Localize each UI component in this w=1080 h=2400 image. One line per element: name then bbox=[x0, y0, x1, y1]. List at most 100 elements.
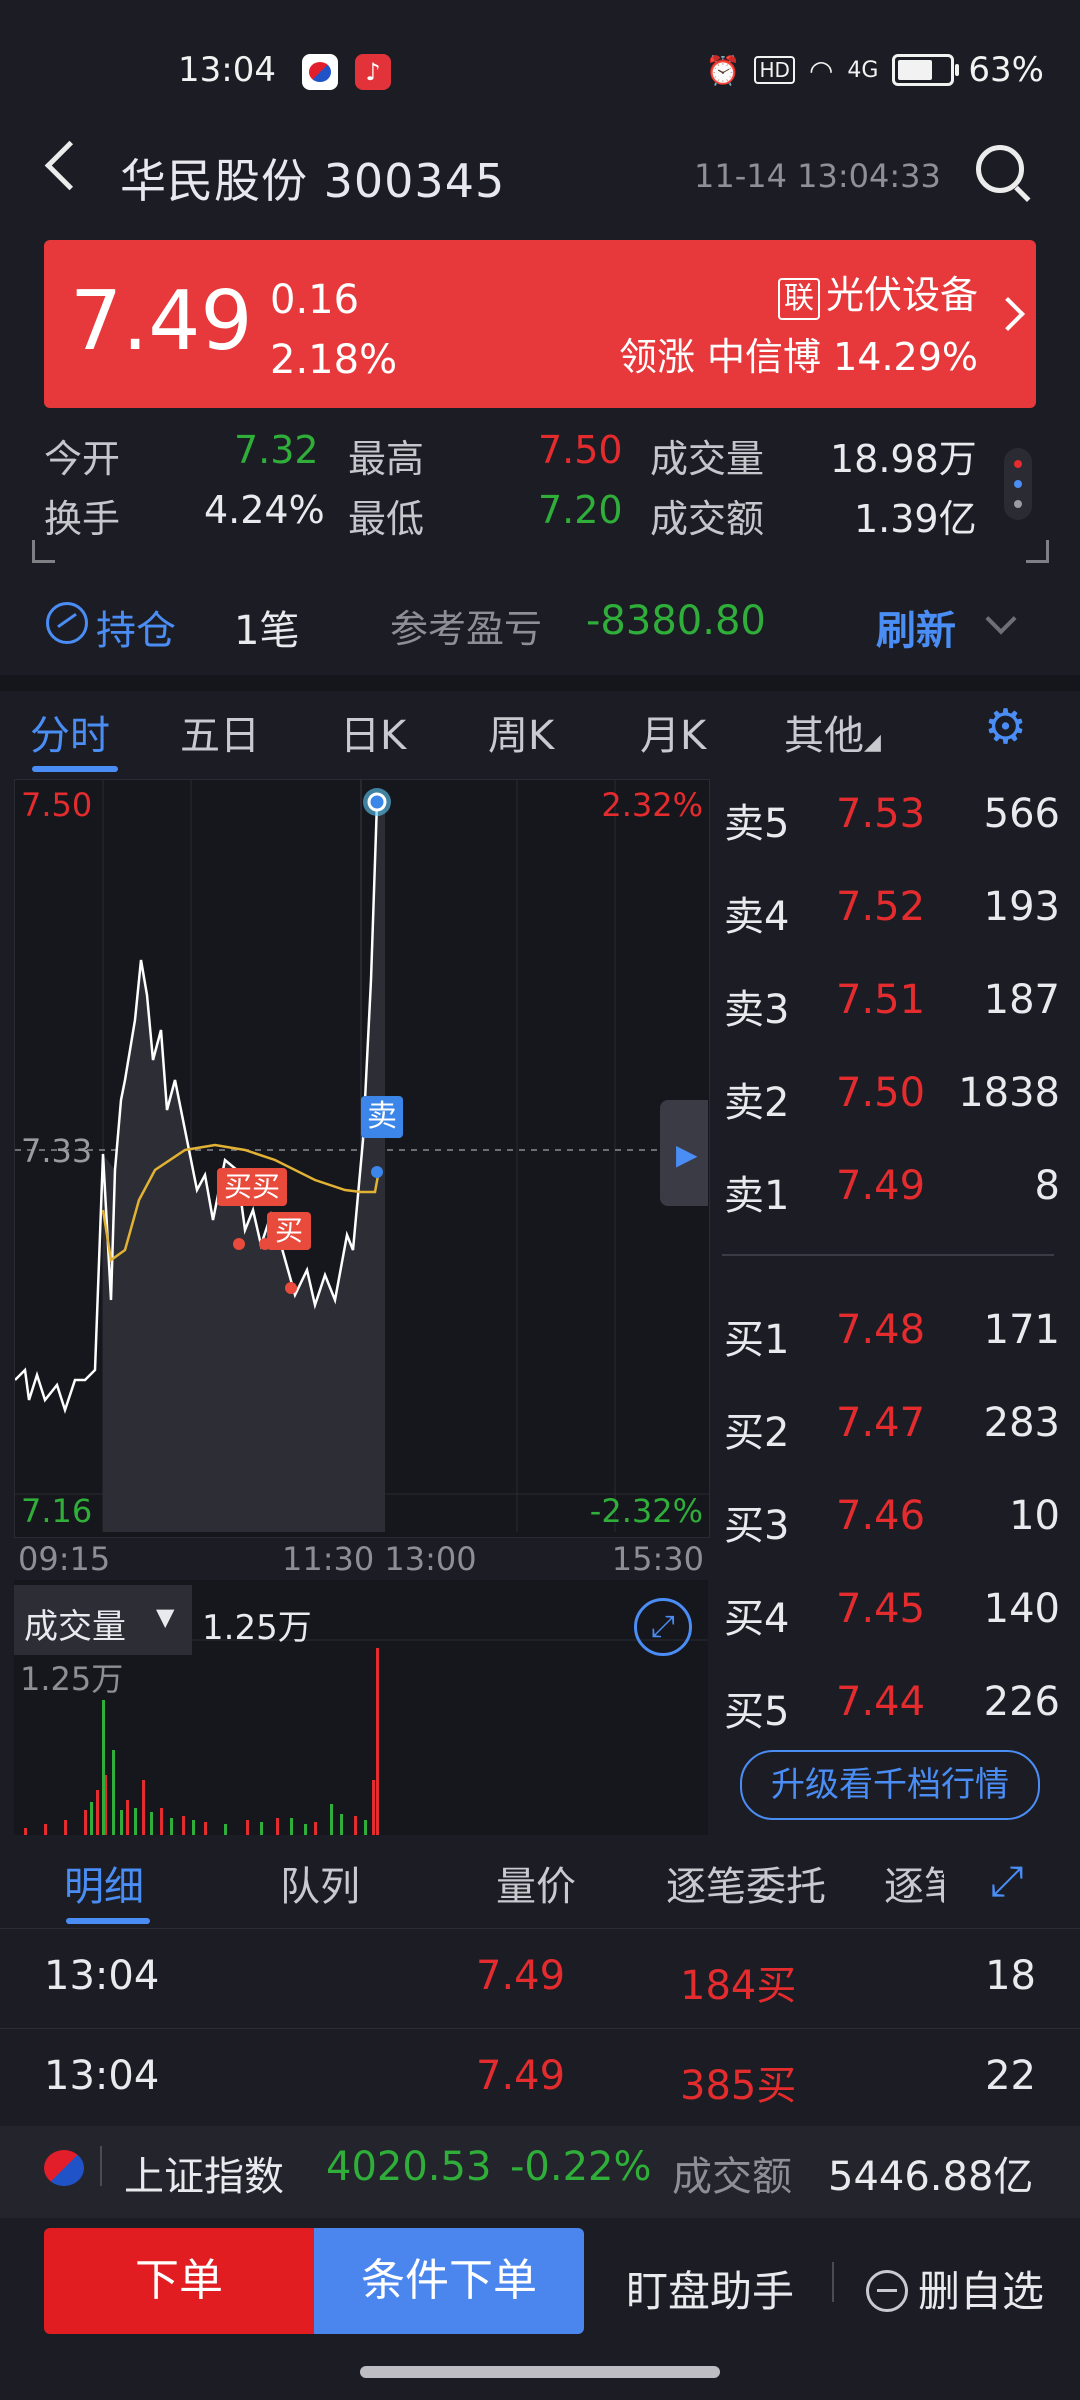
time-label-mid: 11:30 13:00 bbox=[282, 1540, 477, 1578]
buy-marker[interactable]: 买买 bbox=[217, 1168, 287, 1206]
sell-marker[interactable]: 卖 bbox=[361, 1096, 403, 1138]
bid-price: 7.44 bbox=[836, 1679, 926, 1725]
quote-datetime: 11-14 13:04:33 bbox=[694, 157, 941, 195]
bid-price: 7.45 bbox=[836, 1586, 926, 1632]
tab-other[interactable]: 其他◢ bbox=[784, 703, 881, 761]
index-logo-icon bbox=[44, 2150, 84, 2186]
pl-label: 参考盈亏 bbox=[390, 607, 543, 651]
buy-point bbox=[285, 1282, 297, 1294]
time-axis: 09:15 11:30 13:00 15:30 bbox=[14, 1536, 708, 1580]
tab-daily-k[interactable]: 日K bbox=[340, 703, 406, 761]
bid-row[interactable]: 买2 7.47 283 bbox=[720, 1400, 1060, 1460]
more-dots-icon[interactable] bbox=[1004, 448, 1032, 520]
ask-qty: 566 bbox=[983, 791, 1060, 837]
volume-axis-label: 1.25万 bbox=[20, 1660, 124, 1698]
price-banner[interactable]: 7.49 0.16 2.18% 联光伏设备 领涨 中信博 14.29% bbox=[44, 240, 1036, 408]
upgrade-depth-button[interactable]: 升级看千档行情 bbox=[740, 1750, 1040, 1820]
chart-expand-handle[interactable]: ▶ bbox=[660, 1100, 708, 1206]
holdings-icon[interactable] bbox=[46, 602, 88, 644]
music-app-icon: ♪ bbox=[355, 54, 391, 90]
current-price: 7.49 bbox=[70, 274, 253, 369]
bid-row[interactable]: 买1 7.48 171 bbox=[720, 1307, 1060, 1367]
amount-value: 1.39亿 bbox=[854, 497, 977, 541]
play-right-icon: ▶ bbox=[676, 1138, 698, 1171]
ask-row[interactable]: 卖4 7.52 193 bbox=[720, 884, 1060, 944]
ask-row[interactable]: 卖5 7.53 566 bbox=[720, 791, 1060, 851]
ask-row[interactable]: 卖2 7.50 1838 bbox=[720, 1070, 1060, 1130]
refresh-button[interactable]: 刷新 bbox=[876, 598, 956, 656]
sector-info[interactable]: 联光伏设备 领涨 中信博 14.29% bbox=[619, 264, 978, 388]
ask-price: 7.53 bbox=[836, 791, 926, 837]
intraday-chart-svg bbox=[15, 780, 709, 1532]
trade-volume: 385买 bbox=[680, 2063, 797, 2109]
bid-label: 买3 bbox=[724, 1503, 790, 1549]
bid-row[interactable]: 买4 7.45 140 bbox=[720, 1586, 1060, 1646]
ask-row[interactable]: 卖1 7.49 8 bbox=[720, 1163, 1060, 1223]
tab-order-by-order[interactable]: 逐笔委托 bbox=[666, 1854, 826, 1912]
trade-price: 7.49 bbox=[476, 1953, 566, 1999]
turnover-value: 4.24% bbox=[204, 488, 325, 532]
tab-queue[interactable]: 队列 bbox=[280, 1854, 360, 1912]
pl-value: -8380.80 bbox=[586, 598, 766, 644]
chart-tabs: 分时 五日 日K 周K 月K 其他◢ bbox=[0, 691, 1080, 779]
home-indicator[interactable] bbox=[360, 2366, 720, 2378]
tab-detail[interactable]: 明细 bbox=[64, 1854, 144, 1912]
back-button[interactable] bbox=[42, 140, 82, 200]
high-label: 最高 bbox=[348, 437, 425, 481]
index-divider bbox=[100, 2146, 102, 2186]
fullscreen-icon[interactable]: ⤢ bbox=[634, 1598, 692, 1656]
watch-assistant-button[interactable]: 盯盘助手 bbox=[626, 2258, 794, 2319]
tab-other-label: 其他 bbox=[784, 713, 864, 759]
ask-qty: 8 bbox=[1034, 1163, 1060, 1209]
index-change: -0.22% bbox=[510, 2144, 652, 2190]
index-amount-label: 成交额 bbox=[672, 2154, 792, 2200]
ask-qty: 187 bbox=[983, 977, 1060, 1023]
order-book-divider bbox=[722, 1254, 1054, 1256]
status-bar: 13:04 ♪ ⏰ HD ◠ 4G 63% bbox=[0, 0, 1080, 140]
tab-five-day[interactable]: 五日 bbox=[180, 703, 260, 761]
bid-row[interactable]: 买5 7.44 226 bbox=[720, 1679, 1060, 1739]
ask-price: 7.49 bbox=[836, 1163, 926, 1209]
volume-selector[interactable]: 成交量 ▼ bbox=[14, 1585, 192, 1655]
bid-row[interactable]: 买3 7.46 10 bbox=[720, 1493, 1060, 1553]
ask-label: 卖1 bbox=[724, 1173, 790, 1219]
time-label-start: 09:15 bbox=[18, 1540, 111, 1578]
trade-row: 13:04 7.49 385买 22 bbox=[0, 2028, 1080, 2129]
tab-monthly-k[interactable]: 月K bbox=[640, 703, 706, 761]
tab-intraday[interactable]: 分时 bbox=[30, 703, 110, 761]
conditional-order-button[interactable]: 条件下单 bbox=[314, 2228, 584, 2334]
index-ticker[interactable]: 上证指数 4020.53 -0.22% 成交额 5446.88亿 bbox=[0, 2126, 1080, 2218]
tab-weekly-k[interactable]: 周K bbox=[488, 703, 554, 761]
ask-qty: 193 bbox=[983, 884, 1060, 930]
tab-volume-price[interactable]: 量价 bbox=[496, 1854, 576, 1912]
bid-label: 买1 bbox=[724, 1317, 790, 1363]
trade-time: 13:04 bbox=[44, 2053, 160, 2099]
expand-icon[interactable]: ⤢ bbox=[990, 1856, 1034, 1905]
ask-row[interactable]: 卖3 7.51 187 bbox=[720, 977, 1060, 1037]
volume-down-bars bbox=[90, 1700, 367, 1835]
remove-watchlist-button[interactable]: 删自选 bbox=[866, 2258, 1044, 2319]
intraday-chart[interactable]: 7.50 7.33 7.16 2.32% -2.32% 卖 买买 买 bbox=[14, 779, 710, 1538]
trade-count: 22 bbox=[985, 2053, 1036, 2099]
buy-marker[interactable]: 买 bbox=[267, 1212, 311, 1250]
sell-point bbox=[371, 1166, 383, 1178]
remove-watchlist-label: 删自选 bbox=[918, 2267, 1045, 2316]
tab-tick-by-tick[interactable]: 逐笔 bbox=[884, 1854, 944, 1912]
price-change: 0.16 2.18% bbox=[270, 270, 397, 390]
active-tab-indicator bbox=[32, 766, 118, 772]
ask-price: 7.52 bbox=[836, 884, 926, 930]
search-icon[interactable] bbox=[976, 145, 1026, 195]
price-area bbox=[103, 802, 385, 1532]
open-label: 今开 bbox=[44, 437, 121, 481]
chevron-down-icon[interactable] bbox=[985, 603, 1017, 635]
gear-icon[interactable]: ⚙ bbox=[984, 702, 1034, 752]
sector-name: 光伏设备 bbox=[825, 273, 978, 317]
section-divider bbox=[0, 675, 1080, 691]
bid-price: 7.47 bbox=[836, 1400, 926, 1446]
ask-price: 7.50 bbox=[836, 1070, 926, 1116]
place-order-button[interactable]: 下单 bbox=[44, 2228, 314, 2334]
holdings-label[interactable]: 持仓 bbox=[96, 598, 176, 656]
y-axis-bottom: 7.16 bbox=[21, 1492, 93, 1530]
buy-point bbox=[233, 1238, 245, 1250]
bid-label: 买2 bbox=[724, 1410, 790, 1456]
